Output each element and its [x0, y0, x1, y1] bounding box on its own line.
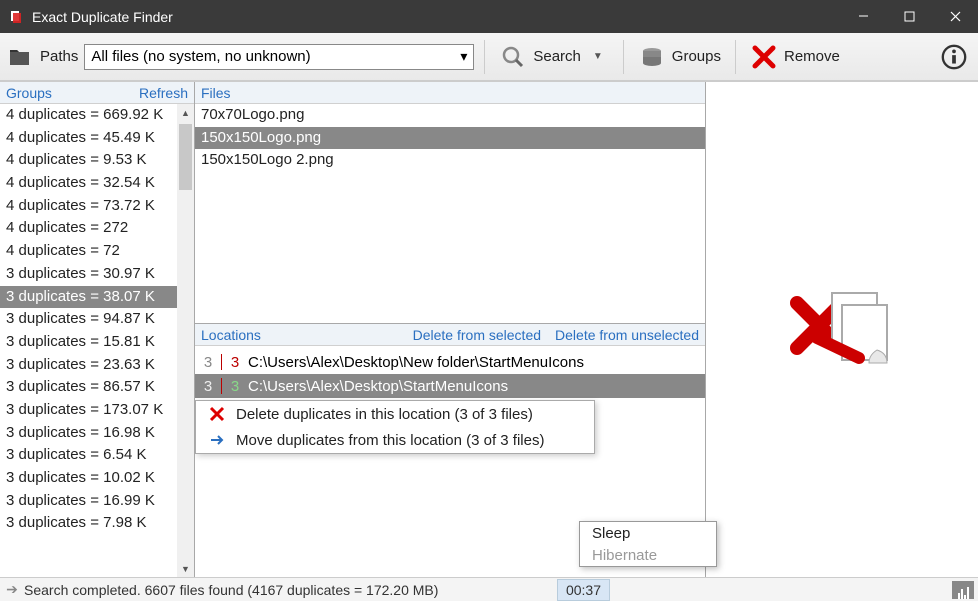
group-item[interactable]: 4 duplicates = 669.92 K	[0, 104, 177, 127]
delete-from-selected-link[interactable]: Delete from selected	[413, 327, 541, 343]
file-item[interactable]: 150x150Logo 2.png	[195, 149, 705, 172]
power-menu: Sleep Hibernate	[579, 521, 717, 567]
files-panel: Files 70x70Logo.png150x150Logo.png150x15…	[195, 82, 706, 577]
refresh-link[interactable]: Refresh	[139, 85, 188, 101]
location-context-menu: Delete duplicates in this location (3 of…	[195, 400, 595, 454]
scroll-up-arrow[interactable]: ▲	[177, 104, 194, 121]
toolbar: Paths All files (no system, no unknown) …	[0, 33, 978, 81]
remove-icon	[750, 43, 778, 71]
groups-button[interactable]: Groups	[634, 43, 725, 71]
group-item[interactable]: 3 duplicates = 173.07 K	[0, 399, 177, 422]
loc-count-total: 3	[201, 378, 215, 395]
move-icon	[208, 432, 226, 448]
locations-header: Locations Delete from selected Delete fr…	[195, 324, 705, 346]
group-item[interactable]: 3 duplicates = 6.54 K	[0, 444, 177, 467]
preview-panel	[706, 82, 978, 577]
ctx-delete-duplicates[interactable]: Delete duplicates in this location (3 of…	[196, 401, 594, 427]
group-item[interactable]: 4 duplicates = 32.54 K	[0, 172, 177, 195]
group-item[interactable]: 4 duplicates = 72	[0, 240, 177, 263]
search-icon	[499, 43, 527, 71]
group-item[interactable]: 3 duplicates = 16.98 K	[0, 422, 177, 445]
delete-from-unselected-link[interactable]: Delete from unselected	[555, 327, 699, 343]
status-message: Search completed. 6607 files found (4167…	[24, 582, 557, 598]
ctx-move-duplicates[interactable]: Move duplicates from this location (3 of…	[196, 427, 594, 453]
location-row[interactable]: 33 C:\Users\Alex\Desktop\New folder\Start…	[195, 350, 705, 374]
preview-placeholder-icon	[787, 283, 897, 376]
window-title: Exact Duplicate Finder	[32, 9, 840, 25]
groups-header: Groups Refresh	[0, 82, 194, 104]
power-hibernate: Hibernate	[580, 544, 716, 566]
groups-scrollbar[interactable]: ▲ ▼	[177, 104, 194, 577]
loc-path: C:\Users\Alex\Desktop\StartMenuIcons	[248, 378, 508, 395]
status-chart-icon[interactable]	[952, 581, 974, 599]
group-item[interactable]: 3 duplicates = 23.63 K	[0, 354, 177, 377]
paths-value: All files (no system, no unknown)	[91, 48, 310, 65]
status-timer: 00:37	[557, 579, 610, 601]
paths-dropdown[interactable]: All files (no system, no unknown) ▾	[84, 44, 474, 70]
info-button[interactable]	[936, 43, 972, 71]
paths-label: Paths	[40, 48, 78, 65]
loc-count-dup: 3	[228, 354, 242, 371]
power-sleep[interactable]: Sleep	[580, 522, 716, 544]
groups-icon	[638, 43, 666, 71]
location-row[interactable]: 33 C:\Users\Alex\Desktop\StartMenuIcons	[195, 374, 705, 398]
close-button[interactable]	[932, 0, 978, 33]
loc-count-total: 3	[201, 354, 215, 371]
group-item[interactable]: 3 duplicates = 7.98 K	[0, 512, 177, 535]
scroll-down-arrow[interactable]: ▼	[177, 560, 194, 577]
group-item[interactable]: 3 duplicates = 30.97 K	[0, 263, 177, 286]
group-item[interactable]: 4 duplicates = 9.53 K	[0, 149, 177, 172]
group-item[interactable]: 3 duplicates = 94.87 K	[0, 308, 177, 331]
file-item[interactable]: 70x70Logo.png	[195, 104, 705, 127]
remove-button[interactable]: Remove	[746, 43, 844, 71]
group-item[interactable]: 4 duplicates = 45.49 K	[0, 127, 177, 150]
delete-icon	[208, 406, 226, 422]
groups-list[interactable]: 4 duplicates = 669.92 K4 duplicates = 45…	[0, 104, 194, 577]
search-button[interactable]: Search ▼	[495, 43, 612, 71]
status-arrow-icon: ➔	[0, 581, 24, 598]
files-list[interactable]: 70x70Logo.png150x150Logo.png150x150Logo …	[195, 104, 705, 323]
group-item[interactable]: 4 duplicates = 73.72 K	[0, 195, 177, 218]
folder-icon	[6, 43, 34, 71]
titlebar: Exact Duplicate Finder	[0, 0, 978, 33]
group-item[interactable]: 3 duplicates = 16.99 K	[0, 490, 177, 513]
minimize-button[interactable]	[840, 0, 886, 33]
chevron-down-icon: ▾	[460, 48, 467, 65]
group-item[interactable]: 3 duplicates = 38.07 K	[0, 286, 177, 309]
group-item[interactable]: 3 duplicates = 10.02 K	[0, 467, 177, 490]
loc-count-dup: 3	[228, 378, 242, 395]
group-item[interactable]: 4 duplicates = 272	[0, 217, 177, 240]
file-item[interactable]: 150x150Logo.png	[195, 127, 705, 150]
search-dropdown-arrow[interactable]: ▼	[587, 51, 609, 62]
group-item[interactable]: 3 duplicates = 15.81 K	[0, 331, 177, 354]
main-area: Groups Refresh 4 duplicates = 669.92 K4 …	[0, 81, 978, 577]
scroll-thumb[interactable]	[179, 124, 192, 190]
app-icon	[8, 9, 24, 25]
groups-panel: Groups Refresh 4 duplicates = 669.92 K4 …	[0, 82, 195, 577]
group-item[interactable]: 3 duplicates = 86.57 K	[0, 376, 177, 399]
statusbar: ➔ Search completed. 6607 files found (41…	[0, 577, 978, 601]
loc-path: C:\Users\Alex\Desktop\New folder\StartMe…	[248, 354, 584, 371]
files-header: Files	[195, 82, 705, 104]
info-icon	[940, 43, 968, 71]
maximize-button[interactable]	[886, 0, 932, 33]
